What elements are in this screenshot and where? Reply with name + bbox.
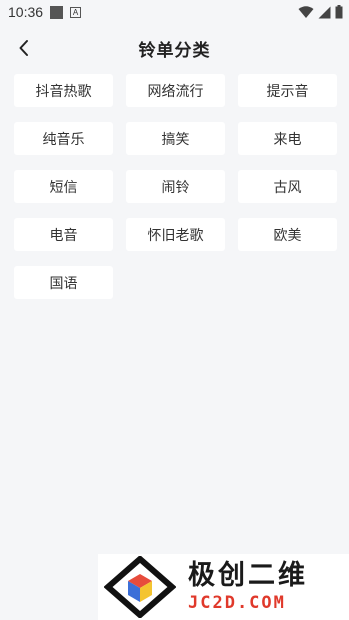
category-grid: 抖音热歌 网络流行 提示音 纯音乐 搞笑 来电 短信 闹铃 古风 电音 怀旧老歌… [0,74,349,299]
watermark-text-cn: 极创二维 [188,560,308,591]
category-chip[interactable]: 抖音热歌 [14,74,113,107]
watermark: 极创二维 JC2D.COM [98,554,349,620]
back-button[interactable] [12,36,36,60]
category-chip[interactable]: 欧美 [238,218,337,251]
category-chip[interactable]: 提示音 [238,74,337,107]
category-chip[interactable]: 网络流行 [126,74,225,107]
category-chip[interactable]: 电音 [14,218,113,251]
category-chip[interactable]: 来电 [238,122,337,155]
category-chip[interactable]: 闹铃 [126,170,225,203]
status-right [298,5,343,19]
watermark-text: 极创二维 JC2D.COM [188,560,308,614]
wifi-icon [298,5,314,18]
page-header: 铃单分类 [0,24,349,72]
notification-square-icon [50,5,64,19]
chevron-left-icon [19,40,28,56]
category-chip[interactable]: 怀旧老歌 [126,218,225,251]
brand-cube-logo [104,556,176,618]
status-left: 10:36 A [8,4,82,20]
page-title: 铃单分类 [138,40,211,61]
category-chip[interactable]: 古风 [238,170,337,203]
status-bar: 10:36 A [0,0,349,24]
category-chip[interactable]: 搞笑 [126,122,225,155]
status-time: 10:36 [8,4,44,20]
category-chip[interactable]: 国语 [14,266,113,299]
watermark-text-en: JC2D.COM [188,593,286,613]
notification-a-icon: A [70,6,82,18]
signal-icon [318,6,331,18]
battery-icon [335,5,343,19]
category-chip[interactable]: 短信 [14,170,113,203]
category-chip[interactable]: 纯音乐 [14,122,113,155]
